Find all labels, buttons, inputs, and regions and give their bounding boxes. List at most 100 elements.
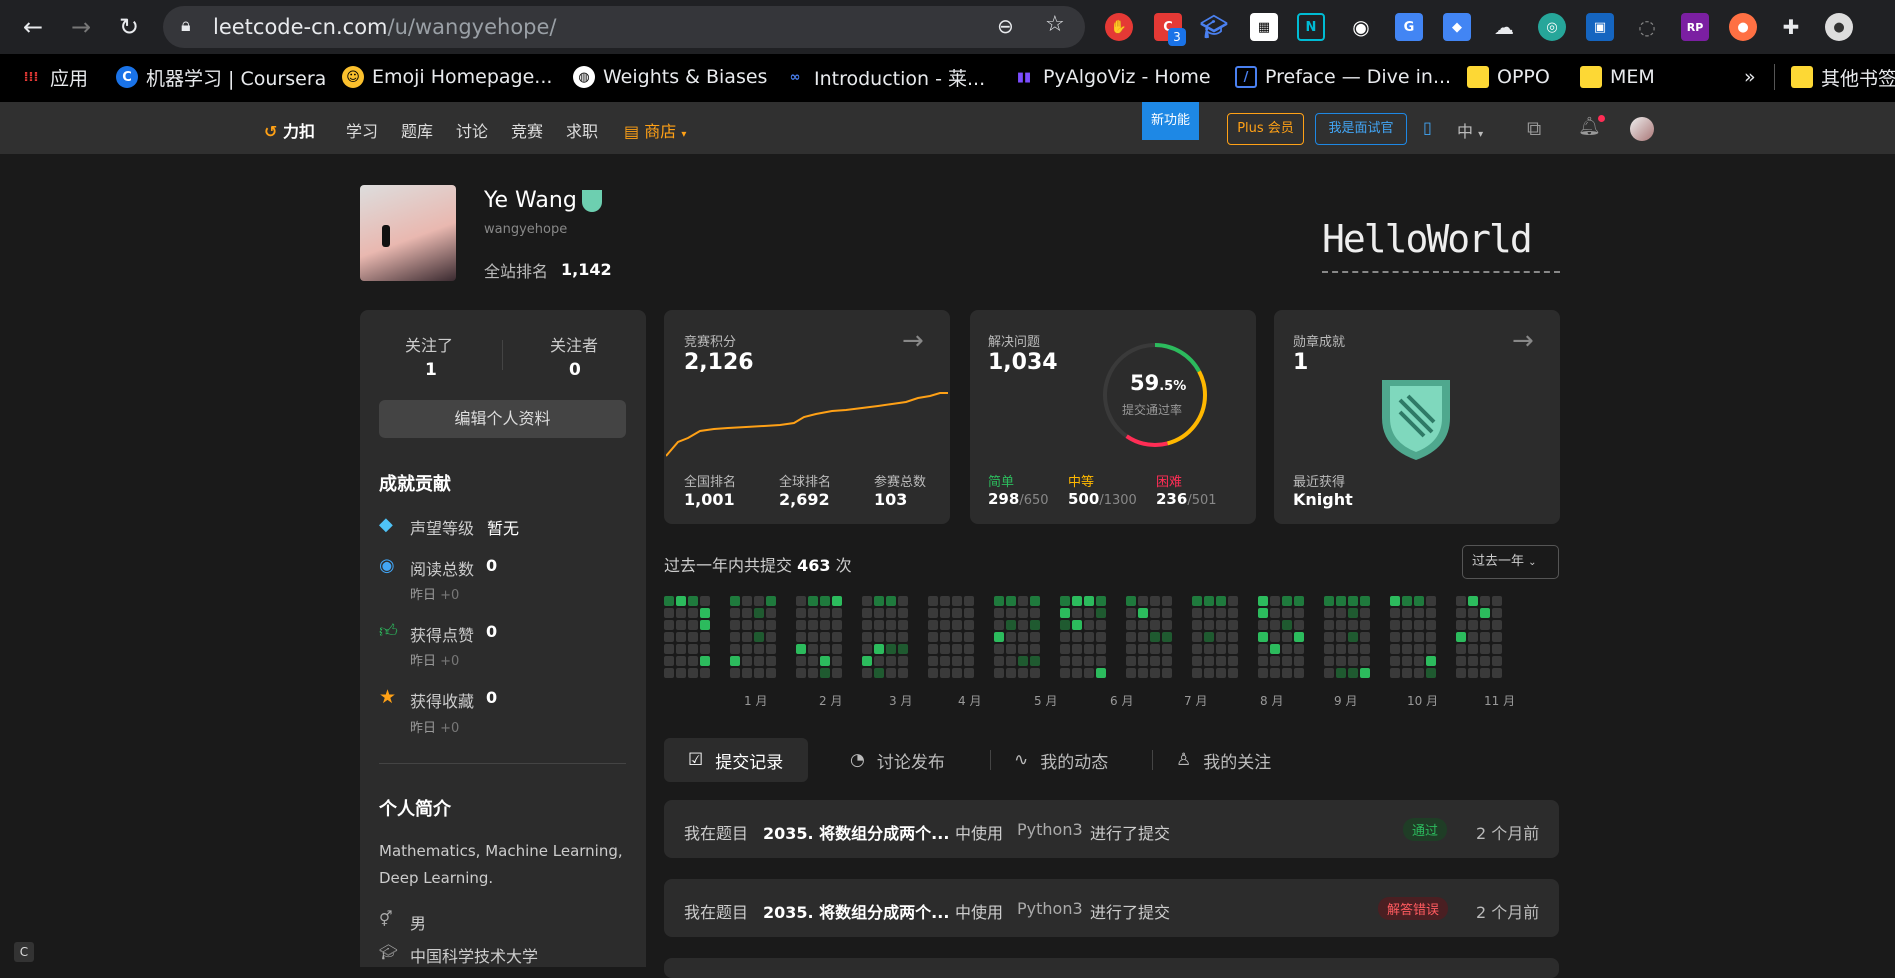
heatmap-cell[interactable] (1162, 644, 1172, 654)
zoom-icon[interactable]: ⊖ (997, 14, 1014, 38)
heatmap-cell[interactable] (1096, 668, 1106, 678)
heatmap-cell[interactable] (994, 632, 1004, 642)
heatmap-cell[interactable] (796, 596, 806, 606)
heatmap-cell[interactable] (1084, 656, 1094, 666)
heatmap-cell[interactable] (1336, 632, 1346, 642)
heatmap-cell[interactable] (730, 668, 740, 678)
heatmap-cell[interactable] (796, 608, 806, 618)
heatmap-cell[interactable] (1126, 644, 1136, 654)
knight-badge-icon[interactable] (582, 190, 602, 212)
heatmap-cell[interactable] (994, 608, 1004, 618)
heatmap-cell[interactable] (886, 620, 896, 630)
heatmap-cell[interactable] (1492, 668, 1502, 678)
heatmap-cell[interactable] (1006, 620, 1016, 630)
tab-following[interactable]: ♙ 我的关注 (1176, 738, 1271, 782)
heatmap-cell[interactable] (808, 620, 818, 630)
heatmap-cell[interactable] (1456, 632, 1466, 642)
heatmap-cell[interactable] (898, 596, 908, 606)
heatmap-cell[interactable] (1084, 596, 1094, 606)
profile-avatar-icon[interactable]: ● (1825, 13, 1853, 41)
heatmap-cell[interactable] (1228, 596, 1238, 606)
heatmap-cell[interactable] (832, 632, 842, 642)
heatmap-cell[interactable] (676, 632, 686, 642)
cursor-extension-icon[interactable]: ◉ (1347, 13, 1375, 41)
heatmap-cell[interactable] (1216, 620, 1226, 630)
heatmap-cell[interactable] (1258, 656, 1268, 666)
heatmap-cell[interactable] (1480, 632, 1490, 642)
heatmap-cell[interactable] (832, 668, 842, 678)
heatmap-cell[interactable] (1360, 656, 1370, 666)
heatmap-cell[interactable] (964, 608, 974, 618)
heatmap-cell[interactable] (664, 620, 674, 630)
heatmap-cell[interactable] (940, 668, 950, 678)
heatmap-cell[interactable] (766, 656, 776, 666)
heatmap-cell[interactable] (1162, 608, 1172, 618)
heatmap-cell[interactable] (1018, 656, 1028, 666)
bookmark-emoji[interactable]: ☺ Emoji Homepage... (342, 64, 552, 90)
heatmap-cell[interactable] (688, 632, 698, 642)
problem-link[interactable]: 2035. 将数组分成两个... (763, 899, 949, 923)
bookmark-wandb[interactable]: ◍ Weights & Biases (573, 64, 767, 90)
heatmap-cell[interactable] (1018, 620, 1028, 630)
submission-row[interactable] (664, 958, 1559, 978)
heatmap-cell[interactable] (886, 632, 896, 642)
heatmap-cell[interactable] (1348, 620, 1358, 630)
heatmap-cell[interactable] (1018, 632, 1028, 642)
heatmap-cell[interactable] (730, 620, 740, 630)
heatmap-cell[interactable] (1204, 668, 1214, 678)
address-bar[interactable]: 🔒︎ leetcode-cn.com/u/wangyehope/ ⊖ ☆ (163, 6, 1085, 48)
reload-icon[interactable]: ↻ (112, 10, 146, 44)
edit-profile-button[interactable]: 编辑个人资料 (379, 400, 626, 438)
heatmap-cell[interactable] (754, 656, 764, 666)
heatmap-cell[interactable] (832, 596, 842, 606)
heatmap-cell[interactable] (1216, 656, 1226, 666)
heatmap-cell[interactable] (1270, 620, 1280, 630)
heatmap-cell[interactable] (1456, 644, 1466, 654)
heatmap-cell[interactable] (1192, 632, 1202, 642)
heatmap-cell[interactable] (1060, 656, 1070, 666)
heatmap-cell[interactable] (886, 668, 896, 678)
heatmap-cell[interactable] (820, 632, 830, 642)
heatmap-cell[interactable] (1414, 620, 1424, 630)
heatmap-cell[interactable] (808, 656, 818, 666)
heatmap-cell[interactable] (1402, 632, 1412, 642)
heatmap-cell[interactable] (874, 620, 884, 630)
heatmap-cell[interactable] (1426, 620, 1436, 630)
heatmap-cell[interactable] (1492, 656, 1502, 666)
heatmap-cell[interactable] (1138, 608, 1148, 618)
heatmap-cell[interactable] (1468, 668, 1478, 678)
heatmap-cell[interactable] (766, 620, 776, 630)
followers-count[interactable]: 0 (569, 360, 581, 380)
heatmap-cell[interactable] (754, 596, 764, 606)
heatmap-cell[interactable] (1294, 620, 1304, 630)
heatmap-cell[interactable] (1294, 596, 1304, 606)
heatmap-cell[interactable] (952, 620, 962, 630)
heatmap-cell[interactable] (1192, 596, 1202, 606)
heatmap-cell[interactable] (664, 644, 674, 654)
heatmap-cell[interactable] (1270, 644, 1280, 654)
heatmap-cell[interactable] (964, 632, 974, 642)
heatmap-cell[interactable] (1126, 608, 1136, 618)
heatmap-cell[interactable] (730, 608, 740, 618)
heatmap-cell[interactable] (1390, 620, 1400, 630)
bookmark-other[interactable]: 其他书签 (1791, 64, 1895, 90)
heatmap-cell[interactable] (1294, 656, 1304, 666)
nav-contest[interactable]: 竞赛 (511, 118, 543, 142)
heatmap-cell[interactable] (1414, 632, 1424, 642)
heatmap-cell[interactable] (940, 608, 950, 618)
mobile-icon[interactable]: ▯ (1423, 118, 1432, 137)
heatmap-cell[interactable] (874, 668, 884, 678)
heatmap-cell[interactable] (1258, 596, 1268, 606)
heatmap-cell[interactable] (1402, 620, 1412, 630)
heatmap-cell[interactable] (1492, 596, 1502, 606)
heatmap-cell[interactable] (1414, 656, 1424, 666)
heatmap-cell[interactable] (1204, 596, 1214, 606)
tab-submissions[interactable]: ☑ 提交记录 (688, 738, 783, 782)
heatmap-cell[interactable] (1072, 644, 1082, 654)
heatmap-cell[interactable] (1228, 656, 1238, 666)
heatmap-cell[interactable] (820, 644, 830, 654)
heatmap-cell[interactable] (754, 668, 764, 678)
heatmap-cell[interactable] (1492, 644, 1502, 654)
heatmap-cell[interactable] (664, 656, 674, 666)
heatmap-cell[interactable] (1480, 644, 1490, 654)
